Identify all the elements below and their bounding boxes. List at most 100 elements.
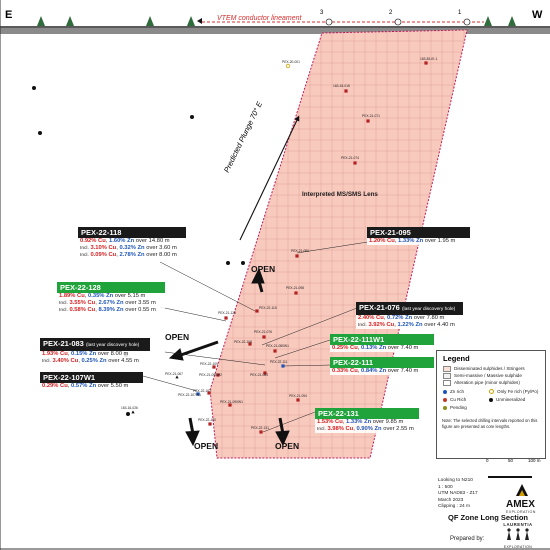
legend-item-massive: Semi-massive / Massive sulphide [437, 372, 545, 379]
legend-note: Note: The selected drilling intervals re… [442, 418, 538, 429]
drillhole-label: PEX-22-108 [234, 340, 252, 344]
drillhole-marker [295, 254, 299, 258]
drillhole-label: PEX-20-001 [282, 60, 300, 64]
drillhole-marker [262, 335, 266, 339]
drillhole-label: PEX-22-109 [200, 362, 218, 366]
callout-title: PEX-22-111 [330, 357, 434, 368]
drillhole-label: PEX-21-080W1 [266, 344, 289, 348]
section-drawing: PEX-20-001 163-83-IE-1 163-15-015 PEX-21-07… [0, 0, 550, 550]
info-clipping: Clipping : 24 m [438, 504, 470, 509]
unmineralized-hole-marker [32, 86, 36, 90]
drillhole-marker [424, 61, 428, 65]
drillhole-label: PEX-21-080 [291, 249, 309, 253]
long-section-figure: PEX-20-001 163-83-IE-1 163-15-015 PEX-21-07… [0, 0, 550, 550]
amex-wordmark: AMEX [506, 499, 535, 510]
east-label: E [5, 9, 13, 21]
callout-pex-21-095: PEX-21-095 1.20% Cu, 1.33% Zn over 1.95 … [367, 227, 470, 245]
drillhole-marker [344, 89, 348, 93]
drillhole-label: PEX-22-100 [198, 418, 216, 422]
marker-3: 3 [320, 10, 324, 16]
drillhole-marker [273, 349, 277, 353]
callout-pex-22-111: PEX-22-111 0.33% Cu, 0.84% Zn over 7.40 … [330, 357, 434, 375]
drillhole-marker [281, 364, 285, 368]
drillhole-marker [296, 398, 300, 402]
open-label-up: OPEN [251, 264, 276, 274]
callout-pex-21-083: PEX-21-083 (last year discovery hole) 1.… [40, 338, 150, 365]
legend-title: Legend [443, 354, 470, 363]
callout-pex-22-107w1: PEX-22-107W1 0.29% Cu, 0.57% Zn over 5.5… [40, 372, 143, 390]
callout-pex-21-076: PEX-21-076 (last year discovery hole) 2.… [356, 302, 463, 329]
legend-item-alteration: Alteration pipe (minor sulphides) [437, 379, 545, 386]
open-label-down-right: OPEN [275, 441, 300, 451]
drillhole-marker [224, 316, 228, 320]
laurentia-figures-icon [507, 528, 529, 540]
drillhole-label: PEX-21-090W1 [220, 400, 243, 404]
unmineralized-hole-marker [241, 261, 245, 265]
legend-zn-rich: Zn rich [443, 388, 464, 395]
callout-title: PEX-21-083 (last year discovery hole) [40, 338, 150, 351]
drillhole-label: 163-16-026 [121, 406, 138, 410]
legend-markers: Zn rich Only Fe rich (Py/Po) Cu Rich Unm… [437, 388, 545, 416]
drillhole-label: PEX-21-067 [165, 372, 183, 376]
map-info: Looking to N210 1 : 500 UTM NAD83 - Z17 … [438, 478, 478, 511]
legend-pending: Pending [443, 404, 467, 411]
callout-pex-22-128: PEX-22-128 1.89% Cu, 0.35% Zn over 5.15 … [57, 282, 165, 314]
lens-label: Interpreted MS/SMS Lens [302, 191, 378, 198]
drillhole-label: PEX-21-090W2 [199, 373, 222, 377]
drillhole-label: PEX-21-128 [218, 311, 236, 315]
callout-title: PEX-21-076 (last year discovery hole) [356, 302, 463, 315]
drillhole-marker [294, 291, 298, 295]
marker-2: 2 [389, 10, 393, 16]
west-label: W [532, 9, 543, 21]
scale-bar: 0 50 100 m [486, 458, 541, 483]
lineament-label: VTEM conductor lineament [217, 15, 302, 22]
drillhole-marker [259, 430, 263, 434]
amex-logo: AMEX EXPLORATION [506, 483, 538, 514]
legend-item-disseminated: Disseminated sulphides / Stringers [437, 365, 545, 372]
drillhole-label: 163-15-015 [333, 84, 350, 88]
legend-unmineralized: Unmineralized [489, 396, 525, 403]
legend-fe-rich: Only Fe rich (Py/Po) [489, 388, 538, 395]
drillhole-label: PEX-21-076 [254, 330, 272, 334]
drillhole-marker [131, 410, 135, 414]
unmineralized-hole-marker [226, 261, 230, 265]
drillhole-label: PEX-22-107W1 [178, 393, 201, 397]
drillhole-label: PEX-22-115 [259, 306, 277, 310]
callout-title: PEX-22-118 [78, 227, 186, 238]
marker-1: 1 [458, 10, 462, 16]
drillhole-label: PEX-21-098 [286, 286, 304, 290]
prepared-by: Prepared by: [450, 536, 485, 542]
legend-cu-rich: Cu Rich [443, 396, 466, 403]
legend-box: Legend Disseminated sulphides / Stringer… [436, 350, 546, 459]
unmineralized-hole-marker [190, 115, 194, 119]
info-orientation: Looking to N210 [438, 478, 473, 483]
callout-pex-22-118: PEX-22-118 0.92% Cu, 1.60% Zn over 14.80… [78, 227, 186, 259]
drillhole-label: PEX-22-111 [270, 360, 288, 364]
laurentia-sub: EXPLORATION [503, 545, 533, 549]
info-projection: UTM NAD83 - Z17 [438, 491, 478, 496]
open-label-down-left: OPEN [194, 441, 219, 451]
drillhole-marker [353, 161, 357, 165]
drillhole-label: PEX-21-094 [289, 394, 307, 398]
drillhole-marker [366, 119, 370, 123]
drillhole-label: 163-83-IE-1 [420, 57, 438, 61]
callout-pex-22-111w1: PEX-22-111W1 0.25% Cu, 0.13% Zn over 7.4… [330, 334, 434, 352]
unmineralized-hole-marker [126, 412, 130, 416]
callout-title: PEX-22-111W1 [330, 334, 434, 345]
drillhole-marker [208, 422, 212, 426]
drillhole-label: PEX-21-083 [250, 373, 268, 377]
drillhole-marker [285, 63, 291, 69]
ground-surface [0, 28, 550, 34]
callout-pex-22-131: PEX-22-131 1.53% Cu, 1.33% Zn over 9.85 … [315, 408, 419, 433]
ground-line [0, 26, 550, 28]
section-title: QF Zone Long Section [448, 513, 528, 522]
drillhole-label: PEX-21-071 [362, 114, 380, 118]
drillhole-label: PEX-22-131 [251, 426, 269, 430]
drillhole-label: PEX-21-074 [341, 156, 359, 160]
open-label-left: OPEN [165, 332, 190, 342]
callout-title: PEX-21-095 [367, 227, 470, 238]
callout-title: PEX-22-131 [315, 408, 419, 419]
unmineralized-hole-marker [38, 131, 42, 135]
laurentia-logo: LAURENTIA EXPLORATION [497, 522, 539, 549]
callout-title: PEX-22-128 [57, 282, 165, 293]
